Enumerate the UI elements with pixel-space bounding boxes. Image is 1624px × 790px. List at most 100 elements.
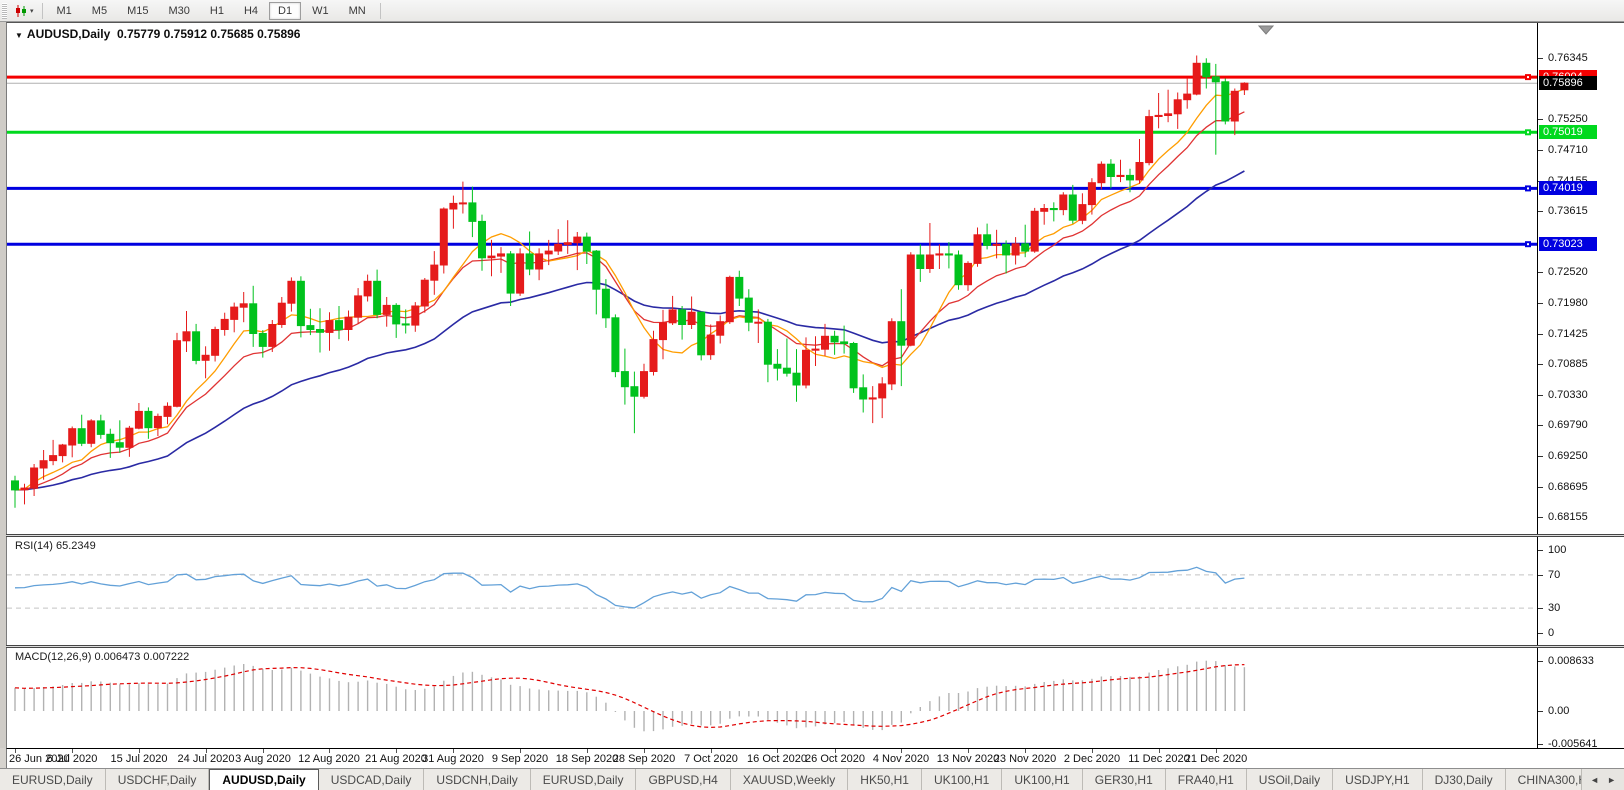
chart-tab-audusd-daily[interactable]: AUDUSD,Daily <box>209 769 318 790</box>
chart-tab-usdjpy-h1[interactable]: USDJPY,H1 <box>1333 769 1422 790</box>
horizontal-price-line[interactable] <box>7 185 1537 191</box>
chart-tab-fra40-h1[interactable]: FRA40,H1 <box>1166 769 1247 790</box>
chart-tab-usdcnh-daily[interactable]: USDCNH,Daily <box>424 769 530 790</box>
chart-area: ▼ AUDUSD,Daily 0.75779 0.75912 0.75685 0.… <box>0 22 1624 748</box>
chart-tab-eurusd-daily[interactable]: EURUSD,Daily <box>531 769 637 790</box>
date-axis-label: 7 Oct 2020 <box>684 753 738 765</box>
candlestick-plot[interactable] <box>7 23 1537 534</box>
trading-terminal-window: ▾ M1M5M15M30H1H4D1W1MN ▼ AUDUSD,Daily 0.7… <box>0 0 1624 790</box>
axis-tick <box>1538 744 1543 745</box>
timeframe-toolbar: ▾ M1M5M15M30H1H4D1W1MN <box>0 0 1624 22</box>
price-axis-label: 0.74710 <box>1548 143 1588 157</box>
toolbar-separator <box>380 3 381 19</box>
date-axis[interactable]: 26 Jun 20206 Jul 202015 Jul 202024 Jul 2… <box>6 748 1624 768</box>
price-axis-label: 0.75250 <box>1548 112 1588 126</box>
moving-average-slow <box>15 171 1244 490</box>
rsi-label: RSI(14) 65.2349 <box>15 540 96 552</box>
chart-shift-marker[interactable] <box>1259 26 1273 34</box>
date-axis-label: 24 Jul 2020 <box>178 753 235 765</box>
macd-plot[interactable] <box>7 648 1537 748</box>
tab-scroll-left-icon[interactable]: ◄ <box>1588 774 1601 786</box>
date-axis-label: 11 Dec 2020 <box>1128 753 1190 765</box>
chart-tab-usoil-daily[interactable]: USOil,Daily <box>1247 769 1333 790</box>
tab-scroll-right-icon[interactable]: ► <box>1605 774 1618 786</box>
price-axis-label: 0.72520 <box>1548 265 1588 279</box>
dropdown-caret-icon: ▾ <box>30 7 34 15</box>
axis-tick <box>1538 303 1543 304</box>
hline-price-tag[interactable]: 0.75019 <box>1539 125 1597 139</box>
chart-symbol-label: AUDUSD,Daily <box>27 27 110 41</box>
date-axis-label: 2 Dec 2020 <box>1064 753 1120 765</box>
timeframe-button-m15[interactable]: M15 <box>118 2 157 20</box>
hline-price-tag[interactable]: 0.74019 <box>1539 181 1597 195</box>
axis-tick <box>1538 119 1543 120</box>
chart-tab-ger30-h1[interactable]: GER30,H1 <box>1083 769 1166 790</box>
horizontal-price-line[interactable] <box>7 74 1537 80</box>
chart-tab-xauusd-weekly[interactable]: XAUUSD,Weekly <box>731 769 848 790</box>
chart-title: ▼ AUDUSD,Daily 0.75779 0.75912 0.75685 0.… <box>15 27 300 41</box>
toolbar-grip-handle[interactable] <box>2 3 7 19</box>
rsi-axis[interactable]: 10070300 <box>1537 537 1624 645</box>
chart-tab-dj30-daily[interactable]: DJ30,Daily <box>1423 769 1506 790</box>
chart-tab-eurusd-daily[interactable]: EURUSD,Daily <box>0 769 106 790</box>
timeframe-button-w1[interactable]: W1 <box>303 2 338 20</box>
macd-axis[interactable]: 0.0086330.00-0.005641 <box>1537 648 1624 748</box>
chart-tab-bar: EURUSD,DailyUSDCHF,DailyAUDUSD,DailyUSDC… <box>0 768 1624 790</box>
axis-tick <box>1538 334 1543 335</box>
price-axis[interactable]: 0.763450.752500.747100.741550.736150.725… <box>1537 23 1624 534</box>
timeframe-button-m1[interactable]: M1 <box>48 2 81 20</box>
price-axis-label: 0.70330 <box>1548 388 1588 402</box>
chart-tab-china300-h1[interactable]: CHINA300,H1 <box>1506 769 1582 790</box>
macd-axis-label: 0.00 <box>1548 704 1569 718</box>
horizontal-price-line[interactable] <box>7 129 1537 135</box>
timeframe-button-m5[interactable]: M5 <box>83 2 116 20</box>
price-axis-label: 0.71425 <box>1548 327 1588 341</box>
timeframe-button-m30[interactable]: M30 <box>159 2 198 20</box>
axis-tick <box>1538 711 1543 712</box>
axis-tick <box>1538 456 1543 457</box>
collapse-caret-icon: ▼ <box>15 31 23 40</box>
price-chart-panel[interactable]: ▼ AUDUSD,Daily 0.75779 0.75912 0.75685 0.… <box>6 22 1624 534</box>
chart-ohlc-values: 0.75779 0.75912 0.75685 0.75896 <box>117 27 301 41</box>
chart-tab-usdchf-daily[interactable]: USDCHF,Daily <box>106 769 210 790</box>
macd-indicator-panel[interactable]: MACD(12,26,9) 0.006473 0.007222 0.008633… <box>6 648 1624 748</box>
timeframe-button-mn[interactable]: MN <box>340 2 375 20</box>
price-axis-label: 0.70885 <box>1548 357 1588 371</box>
date-axis-label: 3 Aug 2020 <box>235 753 291 765</box>
date-axis-label: 16 Oct 2020 <box>747 753 807 765</box>
axis-tick <box>1538 575 1543 576</box>
axis-tick <box>1538 425 1543 426</box>
timeframe-button-h1[interactable]: H1 <box>201 2 233 20</box>
candles <box>12 56 1248 508</box>
price-axis-label: 0.69790 <box>1548 418 1588 432</box>
chart-tab-gbpusd-h4[interactable]: GBPUSD,H4 <box>636 769 730 790</box>
tab-scroll-arrows: ◄ ► <box>1581 769 1624 790</box>
rsi-axis-label: 30 <box>1548 601 1560 615</box>
date-axis-label: 28 Sep 2020 <box>613 753 675 765</box>
date-axis-label: 26 Oct 2020 <box>805 753 865 765</box>
chart-tab-uk100-h1[interactable]: UK100,H1 <box>922 769 1002 790</box>
price-axis-label: 0.69250 <box>1548 449 1588 463</box>
candlestick-chart-icon <box>14 4 28 18</box>
current-price-tag: 0.75896 <box>1539 76 1597 90</box>
date-axis-label: 21 Aug 2020 <box>365 753 427 765</box>
axis-tick <box>1538 272 1543 273</box>
rsi-indicator-panel[interactable]: RSI(14) 65.2349 10070300 <box>6 537 1624 645</box>
rsi-plot[interactable] <box>7 537 1537 645</box>
rsi-axis-label: 0 <box>1548 626 1554 640</box>
axis-tick <box>1538 211 1543 212</box>
timeframe-button-h4[interactable]: H4 <box>235 2 267 20</box>
chart-tab-usdcad-daily[interactable]: USDCAD,Daily <box>319 769 425 790</box>
chart-tab-hk50-h1[interactable]: HK50,H1 <box>848 769 922 790</box>
chart-type-dropdown[interactable]: ▾ <box>10 3 38 19</box>
hline-price-tag[interactable]: 0.73023 <box>1539 237 1597 251</box>
axis-tick <box>1538 58 1543 59</box>
axis-tick <box>1538 364 1543 365</box>
axis-tick <box>1538 633 1543 634</box>
date-axis-label: 9 Sep 2020 <box>492 753 548 765</box>
timeframe-button-d1[interactable]: D1 <box>269 2 301 20</box>
axis-tick <box>1538 608 1543 609</box>
horizontal-price-line[interactable] <box>7 241 1537 247</box>
chart-tab-uk100-h1[interactable]: UK100,H1 <box>1002 769 1082 790</box>
price-axis-label: 0.71980 <box>1548 296 1588 310</box>
